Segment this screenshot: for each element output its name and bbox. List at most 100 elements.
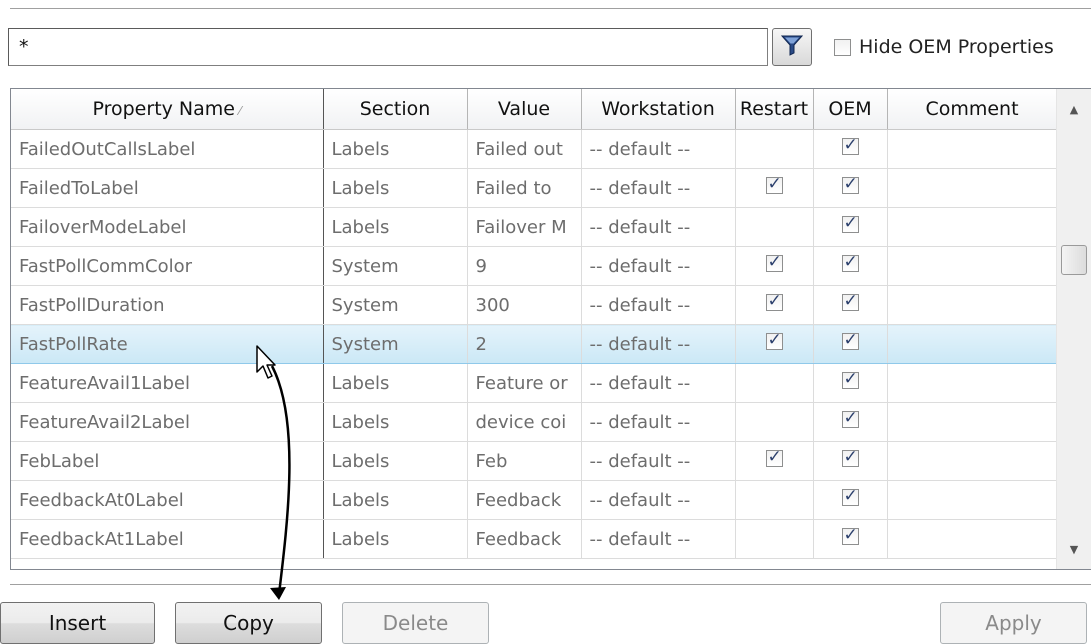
cell-comment[interactable]: [887, 285, 1058, 325]
table-row[interactable]: FastPollCommColor System 9 -- default --: [11, 246, 1058, 286]
cell-name[interactable]: FebLabel: [11, 441, 324, 481]
column-header-value[interactable]: Value: [467, 89, 582, 130]
column-header-property-name[interactable]: Property Name ⁄: [11, 89, 324, 130]
cell-value[interactable]: device coi: [467, 402, 582, 442]
column-header-comment[interactable]: Comment: [887, 89, 1058, 130]
restart-checkbox[interactable]: [765, 252, 783, 272]
cell-name[interactable]: FailedToLabel: [11, 168, 324, 208]
column-header-workstation[interactable]: Workstation: [581, 89, 736, 130]
cell-restart[interactable]: [735, 246, 814, 286]
cell-workstation[interactable]: -- default --: [581, 207, 736, 247]
apply-button[interactable]: Apply: [940, 602, 1087, 644]
restart-checkbox[interactable]: [765, 447, 783, 467]
hide-oem-toggle[interactable]: Hide OEM Properties: [834, 36, 1054, 58]
cell-name[interactable]: FeedbackAt1Label: [11, 519, 324, 559]
oem-checkbox[interactable]: [841, 330, 859, 350]
filter-button[interactable]: [772, 28, 812, 66]
oem-checkbox[interactable]: [841, 369, 859, 389]
oem-checkbox[interactable]: [841, 486, 859, 506]
cell-value[interactable]: Feedback: [467, 480, 582, 520]
cell-restart[interactable]: [735, 168, 814, 208]
oem-checkbox[interactable]: [841, 213, 859, 233]
cell-name[interactable]: FeedbackAt0Label: [11, 480, 324, 520]
cell-oem[interactable]: [813, 402, 888, 442]
cell-section[interactable]: Labels: [323, 402, 468, 442]
hide-oem-checkbox[interactable]: [834, 38, 851, 56]
cell-oem[interactable]: [813, 324, 888, 364]
cell-workstation[interactable]: -- default --: [581, 441, 736, 481]
cell-value[interactable]: Failed to: [467, 168, 582, 208]
cell-value[interactable]: Failed out: [467, 129, 582, 169]
cell-comment[interactable]: [887, 480, 1058, 520]
cell-value[interactable]: Failover M: [467, 207, 582, 247]
oem-checkbox[interactable]: [841, 291, 859, 311]
cell-section[interactable]: Labels: [323, 441, 468, 481]
properties-grid[interactable]: Property Name ⁄ Section Value Workstation…: [10, 88, 1091, 570]
cell-name[interactable]: FailoverModeLabel: [11, 207, 324, 247]
table-row[interactable]: FeedbackAt1Label Labels Feedback -- default…: [11, 519, 1058, 559]
cell-oem[interactable]: [813, 246, 888, 286]
restart-checkbox[interactable]: [765, 330, 783, 350]
oem-checkbox[interactable]: [841, 135, 859, 155]
cell-restart[interactable]: [735, 480, 814, 520]
cell-value[interactable]: Feb: [467, 441, 582, 481]
restart-checkbox[interactable]: [765, 174, 783, 194]
cell-section[interactable]: Labels: [323, 168, 468, 208]
table-row[interactable]: FeatureAvail2Label Labels device coi -- def…: [11, 402, 1058, 442]
cell-restart[interactable]: [735, 519, 814, 559]
column-header-oem[interactable]: OEM: [813, 89, 888, 130]
cell-oem[interactable]: [813, 441, 888, 481]
cell-oem[interactable]: [813, 168, 888, 208]
cell-comment[interactable]: [887, 129, 1058, 169]
column-header-restart[interactable]: Restart: [735, 89, 814, 130]
insert-button[interactable]: Insert: [0, 602, 155, 644]
cell-oem[interactable]: [813, 519, 888, 559]
cell-section[interactable]: System: [323, 324, 468, 364]
table-row[interactable]: FastPollDuration System 300 -- default --: [11, 285, 1058, 325]
vertical-scrollbar[interactable]: ▲ ▼: [1056, 89, 1091, 569]
cell-name[interactable]: FailedOutCallsLabel: [11, 129, 324, 169]
cell-workstation[interactable]: -- default --: [581, 285, 736, 325]
cell-restart[interactable]: [735, 402, 814, 442]
cell-name[interactable]: FastPollCommColor: [11, 246, 324, 286]
cell-section[interactable]: Labels: [323, 363, 468, 403]
cell-section[interactable]: Labels: [323, 519, 468, 559]
table-row[interactable]: FailedOutCallsLabel Labels Failed out -- de…: [11, 129, 1058, 169]
table-row[interactable]: FastPollRate System 2 -- default --: [11, 324, 1058, 364]
cell-restart[interactable]: [735, 441, 814, 481]
cell-workstation[interactable]: -- default --: [581, 168, 736, 208]
cell-restart[interactable]: [735, 207, 814, 247]
cell-section[interactable]: System: [323, 285, 468, 325]
cell-value[interactable]: 300: [467, 285, 582, 325]
cell-section[interactable]: Labels: [323, 480, 468, 520]
scroll-up-arrow-icon[interactable]: ▲: [1057, 91, 1091, 127]
scroll-down-arrow-icon[interactable]: ▼: [1057, 531, 1091, 567]
cell-value[interactable]: 2: [467, 324, 582, 364]
delete-button[interactable]: Delete: [342, 602, 489, 644]
cell-workstation[interactable]: -- default --: [581, 402, 736, 442]
cell-restart[interactable]: [735, 324, 814, 364]
cell-name[interactable]: FeatureAvail2Label: [11, 402, 324, 442]
cell-workstation[interactable]: -- default --: [581, 480, 736, 520]
cell-name[interactable]: FastPollDuration: [11, 285, 324, 325]
cell-section[interactable]: Labels: [323, 129, 468, 169]
cell-comment[interactable]: [887, 519, 1058, 559]
property-filter-input[interactable]: [8, 28, 768, 66]
oem-checkbox[interactable]: [841, 252, 859, 272]
table-row[interactable]: FebLabel Labels Feb -- default --: [11, 441, 1058, 481]
cell-workstation[interactable]: -- default --: [581, 324, 736, 364]
cell-comment[interactable]: [887, 402, 1058, 442]
cell-value[interactable]: Feature or: [467, 363, 582, 403]
cell-comment[interactable]: [887, 324, 1058, 364]
cell-value[interactable]: Feedback: [467, 519, 582, 559]
scrollbar-thumb[interactable]: [1061, 245, 1087, 275]
oem-checkbox[interactable]: [841, 447, 859, 467]
oem-checkbox[interactable]: [841, 408, 859, 428]
cell-comment[interactable]: [887, 363, 1058, 403]
table-row[interactable]: FeatureAvail1Label Labels Feature or -- def…: [11, 363, 1058, 403]
cell-oem[interactable]: [813, 129, 888, 169]
cell-workstation[interactable]: -- default --: [581, 363, 736, 403]
cell-oem[interactable]: [813, 207, 888, 247]
oem-checkbox[interactable]: [841, 525, 859, 545]
cell-workstation[interactable]: -- default --: [581, 129, 736, 169]
